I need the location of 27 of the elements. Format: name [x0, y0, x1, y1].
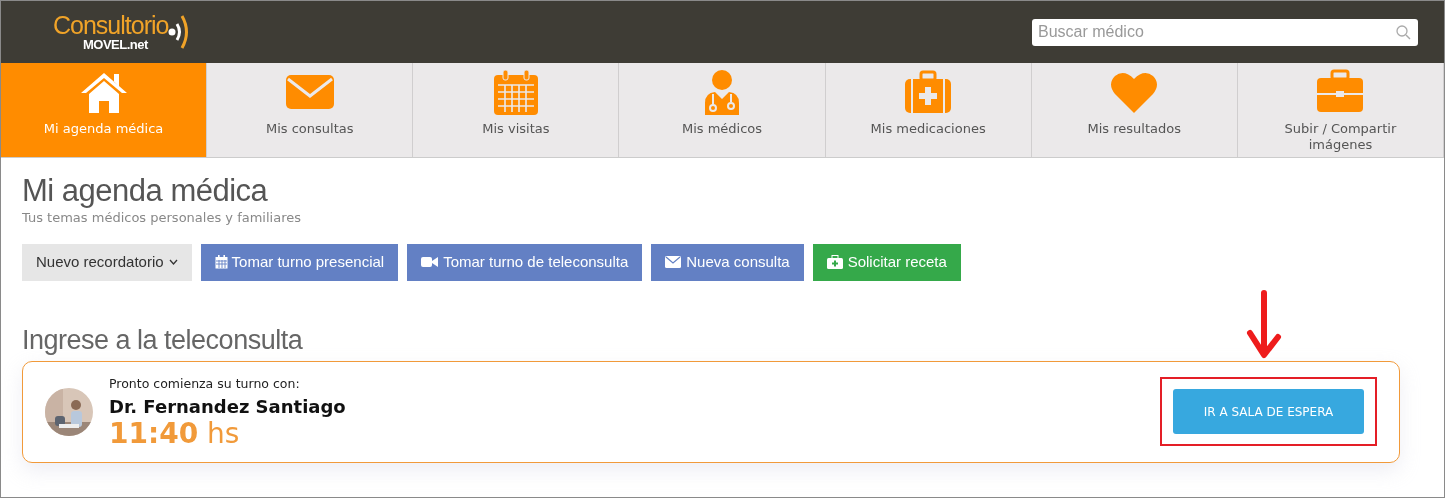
- action-button[interactable]: Nuevo recordatorio: [22, 243, 192, 281]
- calendar-icon: [214, 255, 228, 270]
- search-icon: [1396, 24, 1411, 40]
- medkit-icon: [826, 255, 843, 270]
- action-button[interactable]: Tomar turno presencial: [200, 243, 399, 281]
- nav-tab[interactable]: Mis visitas: [413, 63, 620, 157]
- section-title: Ingrese a la teleconsulta: [22, 324, 303, 358]
- action-button[interactable]: Tomar turno de teleconsulta: [407, 243, 643, 281]
- video-camera-icon: [421, 256, 439, 269]
- nav-tab[interactable]: Mis médicos: [619, 63, 826, 157]
- appointment-intro: Pronto comienza su turno con:: [109, 374, 301, 393]
- caret-icon: [168, 259, 178, 266]
- appointment-time: 11:40 hs: [109, 420, 241, 449]
- nav-tab[interactable]: Mis resultados: [1031, 63, 1238, 157]
- logo-domain: MOVEL.net: [83, 38, 149, 51]
- doctor-name: Dr. Fernandez Santiago: [109, 395, 346, 420]
- page-subtitle: Tus temas médicos personales y familiares: [22, 209, 302, 228]
- page-title: Mi agenda médica: [22, 174, 269, 209]
- logo-text: Consultorio: [53, 13, 169, 38]
- action-button[interactable]: Nueva consulta: [651, 243, 804, 281]
- briefcase-icon: [1315, 69, 1366, 115]
- medkit-icon: [903, 69, 954, 115]
- nav-tab[interactable]: Mis medicaciones: [825, 63, 1032, 157]
- envelope-icon: [665, 256, 682, 269]
- nav-tab[interactable]: Subir / Compartir imágenes: [1237, 63, 1444, 157]
- search-field[interactable]: Buscar médico: [1032, 18, 1418, 46]
- nav-tab[interactable]: Mis consultas: [207, 63, 414, 157]
